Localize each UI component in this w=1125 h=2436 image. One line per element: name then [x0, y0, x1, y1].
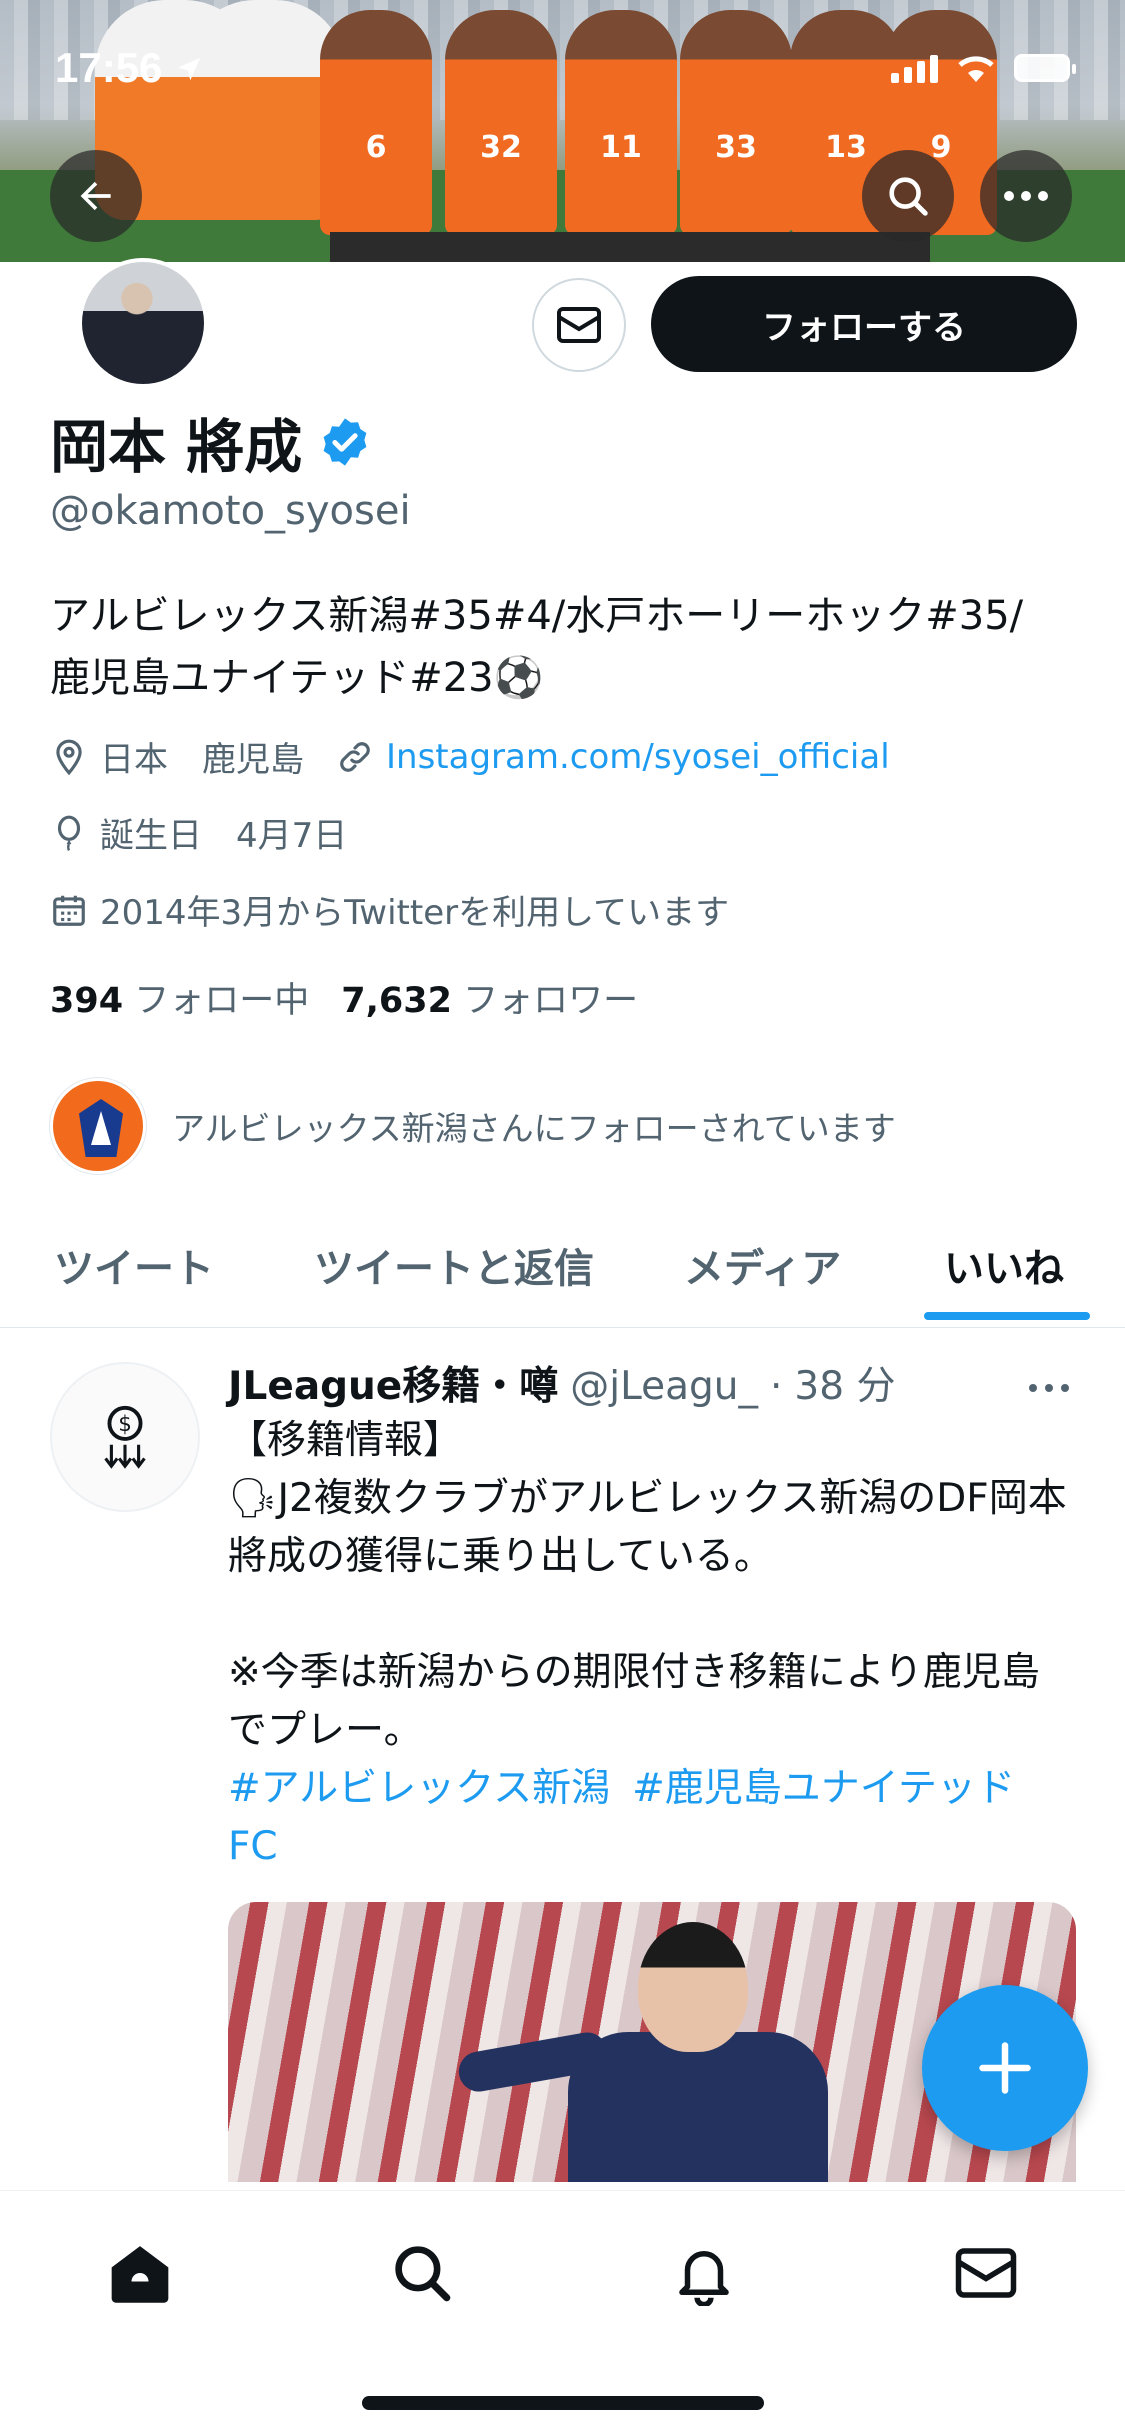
- followed-by-text: アルビレックス新潟さんにフォローされています: [172, 1109, 896, 1148]
- follow-counts: 394 フォロー中 7,632 フォロワー: [50, 972, 638, 1023]
- nav-home[interactable]: [100, 2233, 180, 2313]
- home-icon: [111, 2246, 169, 2303]
- following-link[interactable]: 394 フォロー中: [50, 972, 309, 1023]
- search-button[interactable]: [862, 150, 954, 242]
- more-options-button[interactable]: [980, 150, 1072, 242]
- followers-link[interactable]: 7,632 フォロワー: [341, 972, 638, 1023]
- status-time-text: 17:56: [55, 44, 163, 91]
- more-horizontal-icon: [1029, 1384, 1069, 1392]
- profile-avatar[interactable]: [78, 258, 208, 388]
- wifi-icon: [958, 56, 994, 82]
- display-name: 岡本 將成: [50, 413, 303, 481]
- media-head: [638, 1922, 748, 2052]
- tweet-author-handle[interactable]: @jLeagu_: [570, 1364, 758, 1409]
- mail-icon: [557, 307, 601, 343]
- nav-messages[interactable]: [946, 2233, 1026, 2313]
- battery-icon: [1014, 54, 1076, 82]
- nav-search[interactable]: [382, 2233, 462, 2313]
- message-button[interactable]: [532, 278, 626, 372]
- followers-label: フォロワー: [463, 981, 639, 1021]
- tab-likes[interactable]: いいね: [944, 1236, 1064, 1294]
- media-player-figure: [455, 1922, 828, 2182]
- profile-location: 日本 鹿児島: [100, 740, 304, 780]
- media-shirt: [568, 2032, 828, 2182]
- bio-line: 鹿児島ユナイテッド#23⚽: [50, 655, 544, 701]
- profile-bio: アルビレックス新潟#35#4/水戸ホーリーホック#35/ 鹿児島ユナイテッド#2…: [50, 585, 1080, 709]
- tweet-separator: ·: [770, 1364, 783, 1409]
- tweet-author-avatar[interactable]: $: [50, 1362, 200, 1512]
- calendar-icon: [53, 895, 85, 926]
- avatar-image: [82, 262, 204, 384]
- tab-media[interactable]: メディア: [684, 1236, 841, 1294]
- tab-tweets[interactable]: ツイート: [54, 1236, 214, 1294]
- tweet-author-name[interactable]: JLeague移籍・噂: [228, 1355, 558, 1411]
- cellular-signal-icon: [891, 53, 938, 83]
- profile-meta-birthday-row: 誕生日 4月7日: [50, 808, 347, 857]
- hashtag-link[interactable]: #アルビレックス新潟: [228, 1766, 610, 1811]
- tweet-text: 【移籍情報】 🗣J2複数クラブがアルビレックス新潟のDF岡本將成の獲得に乗り出し…: [228, 1418, 1067, 1753]
- profile-joined-date: 2014年3月からTwitterを利用しています: [100, 893, 730, 933]
- tweet-more-button[interactable]: [1028, 1358, 1070, 1402]
- verified-badge-icon: [323, 418, 367, 466]
- tweet-header: JLeague移籍・噂 @jLeagu_ · 38 分: [228, 1355, 895, 1411]
- svg-text:$: $: [118, 1412, 132, 1437]
- status-time: 17:56: [55, 44, 204, 92]
- tweet-hashtags: #アルビレックス新潟 #鹿児島ユナイテッドFC: [228, 1760, 1068, 1876]
- profile-meta-joined-row: 2014年3月からTwitterを利用しています: [50, 885, 729, 934]
- search-icon: [889, 177, 928, 216]
- bell-icon: [679, 2251, 729, 2306]
- mail-icon: [955, 2248, 1017, 2298]
- followers-count: 7,632: [341, 981, 452, 1021]
- back-button[interactable]: [50, 150, 142, 242]
- location-pin-icon: [56, 739, 82, 775]
- compose-tweet-button[interactable]: [922, 1985, 1088, 2151]
- followed-by-row[interactable]: アルビレックス新潟さんにフォローされています: [50, 1078, 896, 1174]
- profile-name-row: 岡本 將成: [50, 400, 372, 484]
- profile-handle: @okamoto_syosei: [50, 488, 411, 534]
- banner-advert-board: [330, 232, 930, 262]
- balloon-icon: [57, 815, 81, 851]
- link-icon: [340, 741, 370, 772]
- following-label: フォロー中: [134, 981, 310, 1021]
- location-arrow-icon: [177, 57, 201, 81]
- profile-birthday: 誕生日 4月7日: [100, 816, 348, 856]
- status-icons: [891, 52, 1076, 84]
- active-tab-indicator: [924, 1312, 1090, 1320]
- profile-meta-location-row: 日本 鹿児島 Instagram.com/syosei_official: [50, 732, 890, 781]
- club-logo-avatar: [50, 1078, 146, 1174]
- nav-notifications[interactable]: [664, 2233, 744, 2313]
- bio-line: アルビレックス新潟#35#4/水戸ホーリーホック#35/: [50, 593, 1024, 639]
- search-icon: [395, 2246, 451, 2302]
- dollar-coin-icon: $: [104, 1405, 146, 1469]
- tweet-timestamp[interactable]: 38 分: [794, 1355, 895, 1411]
- following-count: 394: [50, 981, 124, 1021]
- status-bar: 17:56: [0, 0, 1125, 140]
- more-horizontal-icon: [1004, 191, 1048, 201]
- plus-icon: [979, 2042, 1031, 2094]
- follow-button[interactable]: フォローする: [651, 276, 1077, 372]
- profile-website-link[interactable]: Instagram.com/syosei_official: [386, 737, 890, 777]
- arrow-left-icon: [80, 181, 111, 211]
- tab-tweets-and-replies[interactable]: ツイートと返信: [314, 1236, 594, 1294]
- home-indicator: [362, 2396, 764, 2410]
